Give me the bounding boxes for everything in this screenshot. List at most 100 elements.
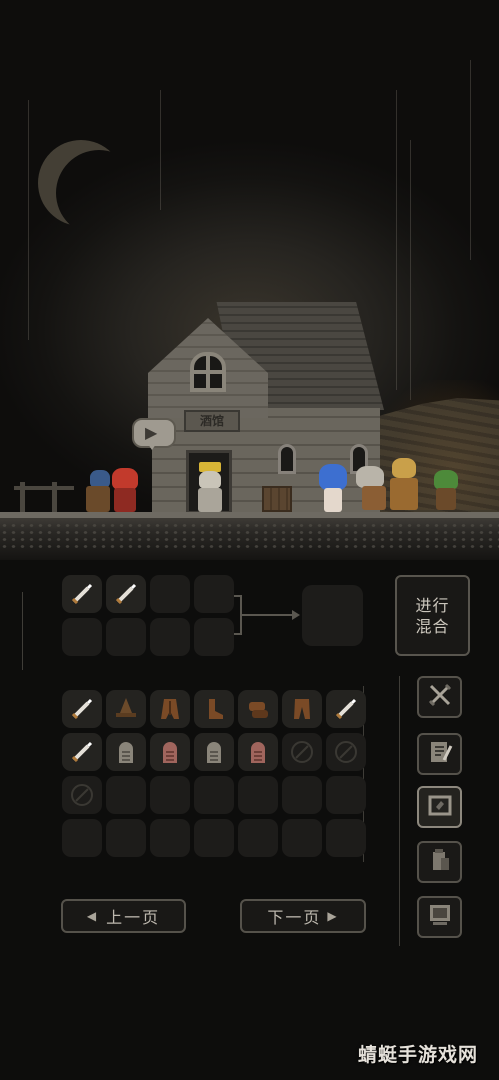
leather-boots-icon xyxy=(200,695,228,723)
side-menu-items[interactable] xyxy=(417,841,462,883)
inventory-slot-ring[interactable] xyxy=(62,776,102,814)
house-window xyxy=(190,352,226,392)
fence-post xyxy=(52,482,57,512)
sword-icon xyxy=(69,739,95,765)
inventory-slot-empty[interactable] xyxy=(282,819,322,857)
craft-slot-empty[interactable] xyxy=(106,618,146,656)
rain-streak xyxy=(410,140,411,400)
chevron-right-icon: ▶ xyxy=(327,909,339,923)
inventory-slot-sword[interactable] xyxy=(326,690,366,728)
inventory-slot-stone-tablet[interactable] xyxy=(106,733,146,771)
craft-slot-empty[interactable] xyxy=(194,575,234,613)
next-page-label: 下一页 xyxy=(267,908,322,927)
inventory-slot-empty[interactable] xyxy=(194,819,234,857)
inventory-slot-empty[interactable] xyxy=(326,776,366,814)
wooden-crate xyxy=(262,486,292,512)
inventory-slot-red-tablet[interactable] xyxy=(150,733,190,771)
prev-page-label: 上一页 xyxy=(106,908,161,927)
mix-button-line2: 混合 xyxy=(415,616,450,636)
inventory-slot-leather-pants[interactable] xyxy=(282,690,322,728)
rain-streak xyxy=(396,90,397,390)
inventory-slot-wizard-hat[interactable] xyxy=(106,690,146,728)
merge-arrow xyxy=(242,614,296,616)
inventory-slot-empty[interactable] xyxy=(150,819,190,857)
inventory-slot-stone-tablet[interactable] xyxy=(194,733,234,771)
inventory-slot-empty[interactable] xyxy=(106,776,146,814)
ring-icon xyxy=(288,738,316,766)
stone-tablet-icon xyxy=(113,739,139,765)
inventory-slot-empty[interactable] xyxy=(150,776,190,814)
house-small-window xyxy=(278,444,296,474)
side-menu-alchemy[interactable] xyxy=(417,786,462,828)
monitor-icon xyxy=(426,901,454,933)
character-green-goblin[interactable] xyxy=(430,470,462,512)
red-tablet-icon xyxy=(157,739,183,765)
inventory-slot-empty[interactable] xyxy=(326,819,366,857)
inventory-slot-empty[interactable] xyxy=(106,819,146,857)
inventory-slot-red-tablet[interactable] xyxy=(238,733,278,771)
inventory-slot-leather-boots[interactable] xyxy=(194,690,234,728)
craft-slot-empty[interactable] xyxy=(194,618,234,656)
wizard-hat-icon xyxy=(112,695,140,723)
sword-icon xyxy=(113,581,139,607)
ring-icon xyxy=(68,781,96,809)
character-blue-hair-girl[interactable] xyxy=(316,464,350,512)
sword-icon xyxy=(69,581,95,607)
crossed-swords-icon xyxy=(426,681,454,713)
craft-slot-empty[interactable] xyxy=(150,575,190,613)
inventory-slot-leather-gloves[interactable] xyxy=(238,690,278,728)
inventory-slot-empty[interactable] xyxy=(282,776,322,814)
watermark: 蜻蜓手游戏网 xyxy=(358,1044,479,1066)
craft-slot-empty[interactable] xyxy=(62,618,102,656)
inventory-slot-leather-cloak[interactable] xyxy=(150,690,190,728)
door-enter-icon: ▶ xyxy=(145,423,158,442)
ring-icon xyxy=(332,738,360,766)
game-scene: 酒馆 ▶ xyxy=(0,0,499,560)
inventory-slot-ring[interactable] xyxy=(282,733,322,771)
rain-streak xyxy=(28,100,29,340)
leather-cloak-icon xyxy=(156,695,184,723)
panel-divider xyxy=(22,592,23,670)
leather-pants-icon xyxy=(288,695,316,723)
side-menu-quests[interactable] xyxy=(417,733,462,775)
red-tablet-icon xyxy=(245,739,271,765)
side-menu-system[interactable] xyxy=(417,896,462,938)
craft-slot-sword[interactable] xyxy=(106,575,146,613)
moon-icon xyxy=(38,140,124,226)
character-red-hero[interactable] xyxy=(106,468,144,514)
mix-result-slot[interactable] xyxy=(302,585,363,646)
character-dwarf-king[interactable] xyxy=(386,458,422,512)
rain-streak xyxy=(470,60,471,260)
inventory-slot-sword[interactable] xyxy=(62,733,102,771)
chevron-left-icon: ◀ xyxy=(86,909,99,923)
tavern-sign: 酒馆 xyxy=(184,410,240,432)
craft-slot-empty[interactable] xyxy=(150,618,190,656)
next-page-button[interactable]: 下一页 ▶ xyxy=(240,899,366,933)
leather-gloves-icon xyxy=(244,695,272,723)
inventory-slot-empty[interactable] xyxy=(194,776,234,814)
fence-post xyxy=(20,482,25,512)
inventory-slot-sword[interactable] xyxy=(62,690,102,728)
stone-tablet-icon xyxy=(201,739,227,765)
craft-slot-sword[interactable] xyxy=(62,575,102,613)
mix-button-line1: 进行 xyxy=(415,595,450,615)
rain-streak xyxy=(160,90,161,210)
potion-bag-icon xyxy=(426,846,454,878)
scroll-quill-icon xyxy=(426,738,454,770)
sword-icon xyxy=(333,696,359,722)
inventory-slot-ring[interactable] xyxy=(326,733,366,771)
mix-button[interactable]: 进行 混合 xyxy=(395,575,470,656)
character-king-innkeeper[interactable] xyxy=(193,462,227,512)
prev-page-button[interactable]: ◀ 上一页 xyxy=(61,899,186,933)
side-menu-divider xyxy=(399,676,400,946)
merge-bracket xyxy=(234,595,242,635)
cobblestone-ground xyxy=(0,512,499,560)
inventory-slot-empty[interactable] xyxy=(62,819,102,857)
enter-speech-bubble[interactable]: ▶ xyxy=(132,418,176,450)
cauldron-icon xyxy=(426,791,454,823)
sword-icon xyxy=(69,696,95,722)
side-menu-equipment[interactable] xyxy=(417,676,462,718)
arrow-right-icon xyxy=(292,610,300,620)
inventory-slot-empty[interactable] xyxy=(238,819,278,857)
inventory-slot-empty[interactable] xyxy=(238,776,278,814)
